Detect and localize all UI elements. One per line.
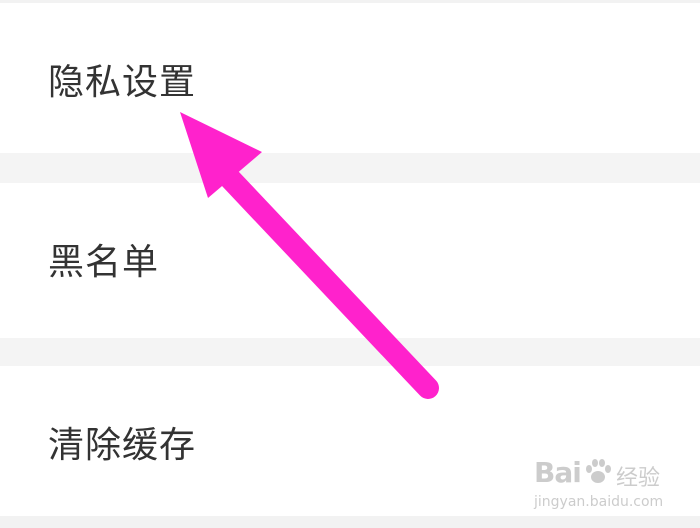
watermark-logo-text: Bai [534,456,582,489]
settings-item-label: 黑名单 [48,242,160,283]
divider [0,516,700,528]
settings-item-privacy[interactable]: 隐私设置 [0,3,700,153]
watermark-brand: 经验 [616,466,661,491]
settings-item-label: 清除缓存 [48,425,197,466]
baidu-paw-icon [586,459,611,483]
settings-item-label: 隐私设置 [48,62,197,103]
settings-item-blacklist[interactable]: 黑名单 [0,183,700,338]
baidu-watermark: Bai 经验 jingyan.baidu.com [534,456,664,516]
settings-screen: 隐私设置 黑名单 清除缓存 Bai 经验 jingyan.baidu.com [0,0,700,528]
watermark-url: jingyan.baidu.com [534,494,664,510]
